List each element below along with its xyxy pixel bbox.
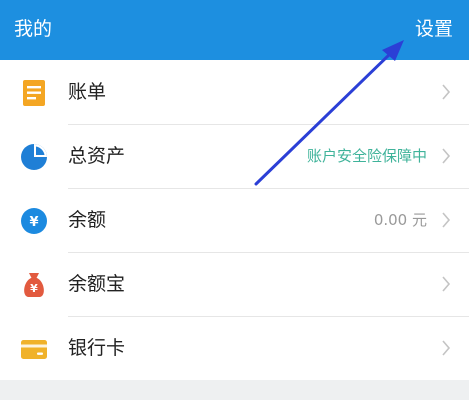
menu-list: 账单 总资产 账户安全险保障中 ¥ 余额 0.00 元 ¥ 余额宝 银行卡 bbox=[0, 60, 469, 380]
list-item-label: 余额 bbox=[68, 209, 107, 231]
money-bag-icon: ¥ bbox=[24, 273, 44, 297]
list-item-label: 账单 bbox=[68, 81, 107, 103]
list-item-bill[interactable]: 账单 bbox=[0, 60, 469, 124]
yuan-glyph: ¥ bbox=[30, 282, 38, 295]
bank-card-icon bbox=[21, 340, 47, 359]
chevron-right-icon bbox=[442, 212, 451, 228]
chevron-right-icon bbox=[442, 84, 451, 100]
chevron-right-icon bbox=[442, 148, 451, 164]
list-item-label: 总资产 bbox=[68, 145, 126, 167]
list-item-yuebao[interactable]: ¥ 余额宝 bbox=[0, 252, 469, 316]
balance-amount: 0.00 元 bbox=[373, 211, 427, 229]
top-bar: 我的 设置 bbox=[0, 0, 469, 60]
yuan-glyph: ¥ bbox=[29, 215, 38, 230]
page-title: 我的 bbox=[14, 18, 53, 40]
list-item-label: 银行卡 bbox=[68, 337, 126, 359]
list-item-bank-card[interactable]: 银行卡 bbox=[0, 316, 469, 380]
list-item-label: 余额宝 bbox=[68, 273, 126, 295]
pie-chart-icon bbox=[21, 144, 47, 170]
bottom-spacer bbox=[0, 380, 469, 400]
settings-button[interactable]: 设置 bbox=[415, 16, 453, 42]
list-item-total-assets[interactable]: 总资产 账户安全险保障中 bbox=[0, 124, 469, 188]
list-item-balance[interactable]: ¥ 余额 0.00 元 bbox=[0, 188, 469, 252]
chevron-right-icon bbox=[442, 340, 451, 356]
yuan-coin-icon: ¥ bbox=[21, 208, 47, 234]
security-insurance-status: 账户安全险保障中 bbox=[306, 147, 427, 165]
chevron-right-icon bbox=[442, 276, 451, 292]
bill-icon bbox=[23, 80, 45, 106]
